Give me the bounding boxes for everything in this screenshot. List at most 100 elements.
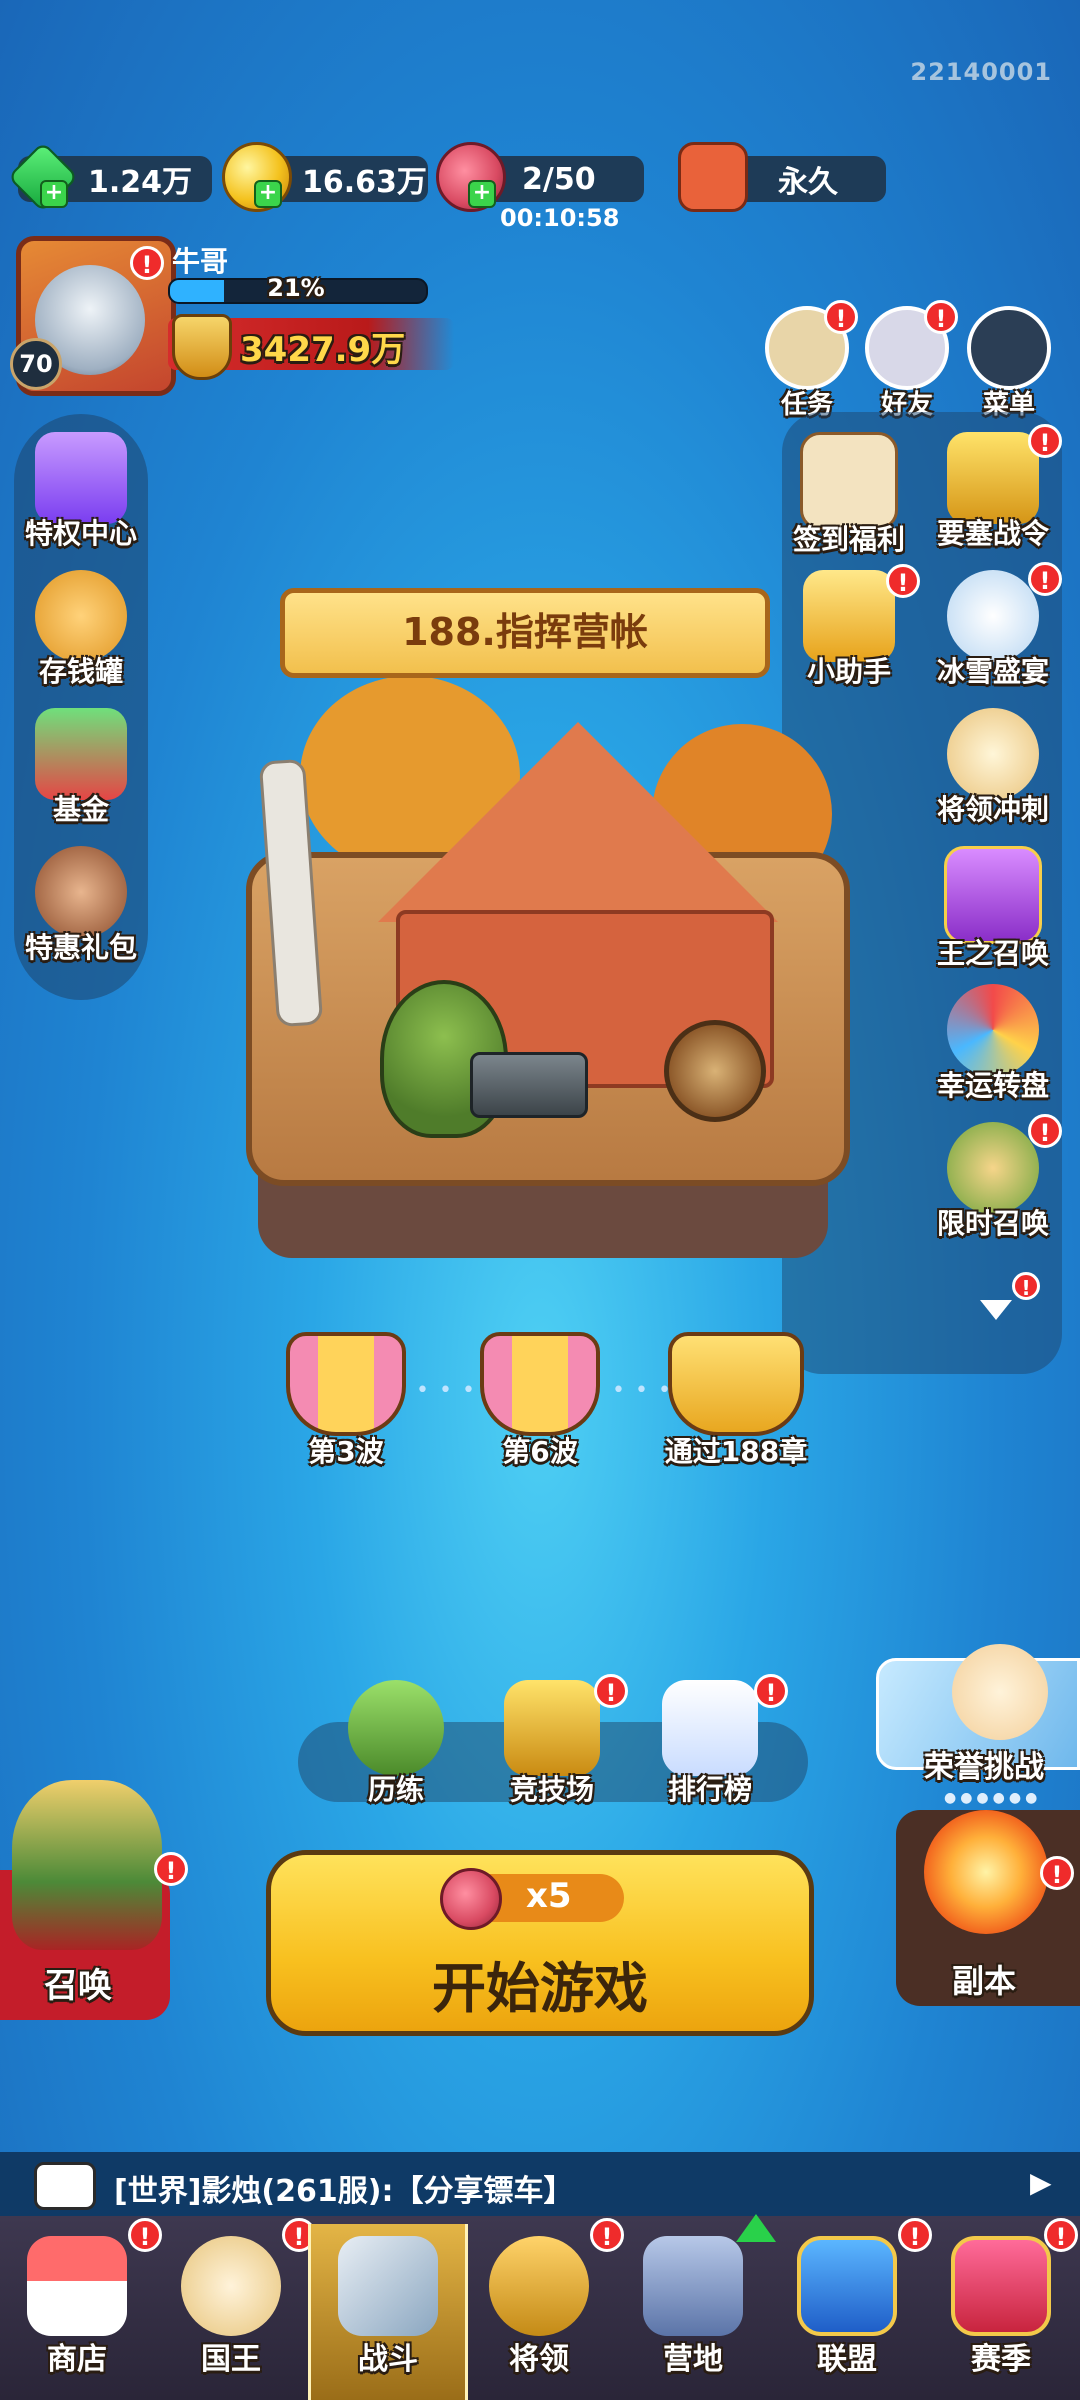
training-button[interactable]: 历练 bbox=[336, 1680, 456, 1808]
milestone-chest-icon bbox=[286, 1332, 406, 1436]
expand-alert-icon: ! bbox=[1012, 1272, 1040, 1300]
arena-button[interactable]: 竞技场 ! bbox=[492, 1674, 628, 1808]
honor-pager-dots: ●●●●●● bbox=[944, 1790, 1042, 1806]
milestone-label: 第3波 bbox=[308, 1435, 384, 1468]
fund-chart-icon bbox=[35, 708, 127, 800]
milestone-wave-6[interactable]: 第6波 bbox=[478, 1332, 602, 1470]
honor-challenge-label: 荣誉挑战 bbox=[924, 1750, 1044, 1785]
nav-generals-label: 将领 bbox=[509, 2342, 569, 2377]
nav-alliance[interactable]: 联盟 ! bbox=[770, 2218, 932, 2400]
coin-value: 16.63万 bbox=[302, 165, 427, 200]
nav-king[interactable]: 国王 ! bbox=[154, 2218, 316, 2400]
power-value: 3427.9万 bbox=[240, 330, 406, 370]
battle-sword-icon bbox=[338, 2236, 438, 2336]
fortress-pass-label: 要塞战令 bbox=[936, 517, 1049, 550]
season-badge-icon bbox=[951, 2236, 1051, 2336]
round-shield-icon bbox=[664, 1020, 766, 1122]
vip-icon bbox=[803, 570, 895, 662]
milestone-wave-3[interactable]: 第3波 bbox=[284, 1332, 408, 1470]
nav-season[interactable]: 赛季 ! bbox=[924, 2218, 1078, 2400]
checkin-button[interactable]: 签到福利 bbox=[782, 432, 916, 558]
fund-label: 基金 bbox=[52, 793, 109, 826]
player-level: 70 bbox=[10, 338, 62, 390]
chat-bubble-icon[interactable] bbox=[34, 2162, 96, 2210]
tent-roof bbox=[378, 722, 778, 922]
meat-icon bbox=[440, 1868, 502, 1930]
king-summon-label: 王之召唤 bbox=[936, 937, 1049, 970]
training-arrows-icon bbox=[348, 1680, 444, 1776]
quest-button[interactable]: 任务 ! bbox=[762, 300, 858, 421]
nav-alliance-label: 联盟 bbox=[817, 2342, 877, 2377]
nav-generals[interactable]: 将领 ! bbox=[462, 2218, 624, 2400]
limited-summon-icon bbox=[947, 1122, 1039, 1214]
chat-expand-arrow-icon[interactable]: ▶ bbox=[1030, 2166, 1052, 2199]
xp-percent: 21% bbox=[267, 274, 325, 302]
king-summon-button[interactable]: 王之召唤 bbox=[926, 846, 1060, 972]
castle-icon bbox=[643, 2236, 743, 2336]
limited-summon-button[interactable]: 限时召唤 ! bbox=[926, 1114, 1062, 1242]
special-gift-label: 特惠礼包 bbox=[24, 931, 137, 964]
lucky-wheel-label: 幸运转盘 bbox=[936, 1069, 1049, 1102]
tv-icon bbox=[678, 142, 748, 212]
checkin-label: 签到福利 bbox=[792, 523, 905, 556]
nav-king-label: 国王 bbox=[201, 2342, 261, 2377]
stage-title: 188.指挥营帐 bbox=[402, 610, 648, 654]
stamina-counter[interactable]: + 2/50 bbox=[436, 142, 644, 212]
dungeon-alert-icon: ! bbox=[1040, 1856, 1074, 1890]
honor-hero-icon bbox=[952, 1644, 1048, 1740]
nav-camp[interactable]: 营地 bbox=[616, 2224, 770, 2400]
assistant-button[interactable]: 小助手 ! bbox=[782, 564, 920, 690]
piggy-bank-button[interactable]: 存钱罐 bbox=[14, 570, 148, 690]
privilege-center-label: 特权中心 bbox=[24, 517, 137, 550]
nav-shop[interactable]: 商店 ! bbox=[0, 2218, 162, 2400]
milestone-gold-chest-icon bbox=[668, 1332, 804, 1436]
general-helmet-icon bbox=[489, 2236, 589, 2336]
add-stamina-icon[interactable]: + bbox=[468, 180, 496, 208]
privilege-center-button[interactable]: 特权中心 bbox=[14, 432, 148, 552]
training-label: 历练 bbox=[367, 1773, 424, 1806]
lucky-wheel-button[interactable]: 幸运转盘 bbox=[926, 984, 1060, 1104]
gem-counter[interactable]: + 1.24万 bbox=[7, 141, 212, 213]
assistant-alert-icon: ! bbox=[886, 564, 920, 598]
cannon-icon bbox=[470, 1052, 588, 1118]
milestone-chest-icon bbox=[480, 1332, 600, 1436]
special-gift-button[interactable]: 特惠礼包 bbox=[14, 846, 148, 966]
add-coins-icon[interactable]: + bbox=[254, 180, 282, 208]
arena-alert-icon: ! bbox=[594, 1674, 628, 1708]
stamina-cost: x5 bbox=[526, 1876, 572, 1916]
start-game-label: 开始游戏 bbox=[432, 1957, 648, 2020]
treasure-chest-icon bbox=[947, 432, 1039, 524]
summon-hero-icon bbox=[12, 1780, 162, 1950]
piggy-bank-icon bbox=[35, 570, 127, 662]
king-icon bbox=[181, 2236, 281, 2336]
hero-sprint-button[interactable]: 将领冲刺 bbox=[926, 708, 1060, 828]
snowman-icon bbox=[947, 570, 1039, 662]
leaderboard-podium-icon bbox=[662, 1680, 758, 1776]
coin-counter[interactable]: + 16.63万 bbox=[222, 142, 428, 212]
leaderboard-button[interactable]: 排行榜 ! bbox=[650, 1674, 788, 1808]
nav-camp-label: 营地 bbox=[663, 2342, 723, 2377]
add-gems-icon[interactable]: + bbox=[40, 180, 68, 208]
alliance-shield-icon bbox=[797, 2236, 897, 2336]
milestone-label: 通过188章 bbox=[664, 1435, 808, 1468]
build-id: 22140001 bbox=[910, 58, 1052, 86]
ad-pass-value: 永久 bbox=[778, 165, 838, 200]
snow-feast-alert-icon: ! bbox=[1028, 562, 1062, 596]
menu-icon bbox=[967, 306, 1051, 390]
stage-title-banner: 188.指挥营帐 bbox=[280, 588, 770, 678]
fund-button[interactable]: 基金 bbox=[14, 708, 148, 828]
gem-value: 1.24万 bbox=[88, 165, 193, 200]
milestone-chapter-188[interactable]: 通过188章 bbox=[660, 1332, 812, 1470]
menu-button[interactable]: 菜单 bbox=[964, 306, 1054, 421]
shop-icon bbox=[27, 2236, 127, 2336]
fortress-pass-button[interactable]: 要塞战令 ! bbox=[926, 424, 1062, 552]
leaderboard-alert-icon: ! bbox=[754, 1674, 788, 1708]
arena-label: 竞技场 bbox=[509, 1773, 594, 1806]
friends-button[interactable]: 好友 ! bbox=[862, 300, 958, 421]
limited-summon-label: 限时召唤 bbox=[936, 1207, 1049, 1240]
friends-alert-icon: ! bbox=[924, 300, 958, 334]
ad-pass-counter[interactable]: 永久 bbox=[678, 142, 886, 212]
expand-panel-chevron-icon[interactable] bbox=[980, 1300, 1012, 1320]
nav-battle[interactable]: 战斗 bbox=[308, 2224, 468, 2400]
snow-feast-button[interactable]: 冰雪盛宴 ! bbox=[926, 562, 1062, 690]
